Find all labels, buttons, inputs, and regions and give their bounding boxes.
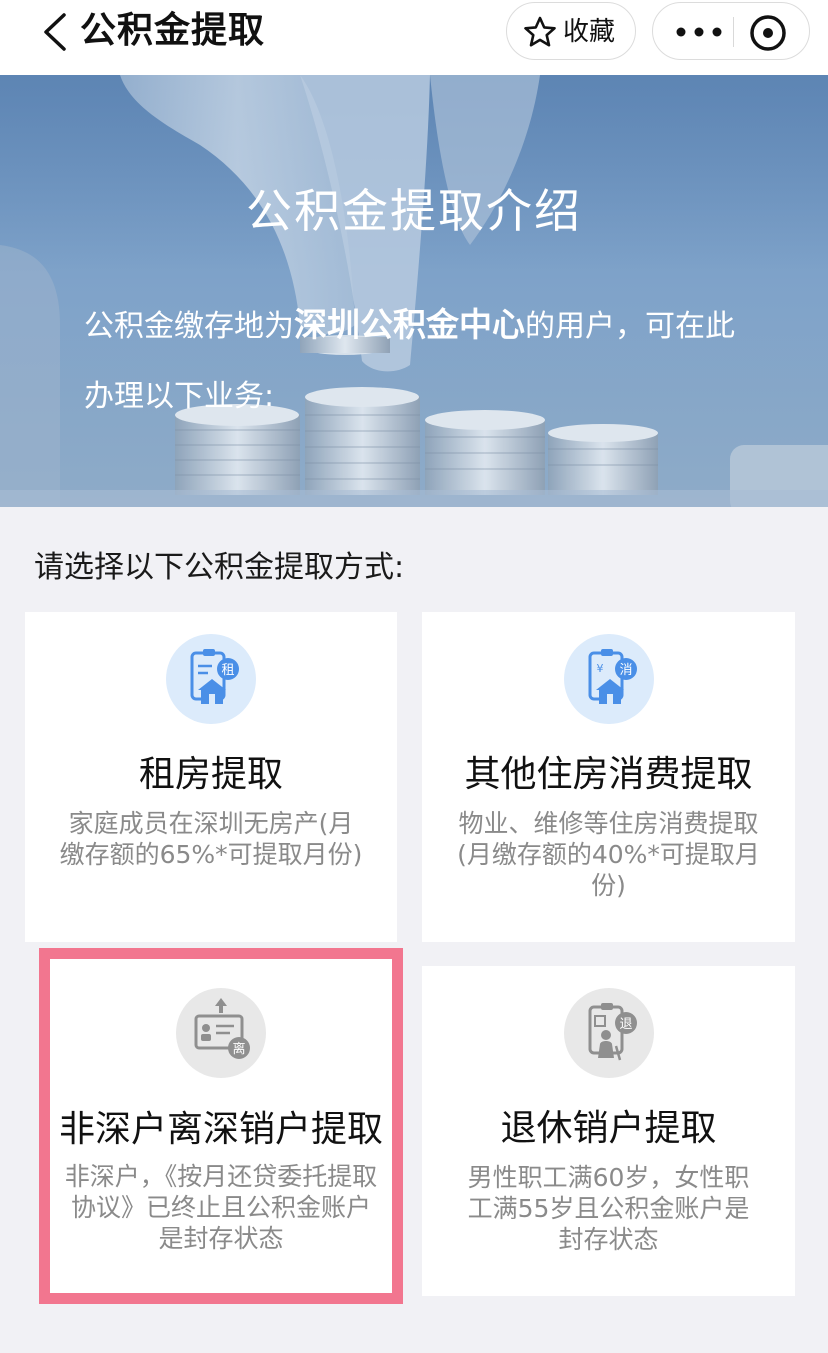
page-title: 公积金提取: [80, 10, 266, 51]
banner-text-highlight: 深圳公积金中心: [294, 305, 525, 344]
capsule-divider: [733, 17, 734, 47]
card-description: 物业、维修等住房消费提取(月缴存额的40%*可提取月份): [457, 809, 760, 900]
favorite-button[interactable]: 收藏: [506, 2, 636, 60]
mini-program-capsule: [652, 2, 810, 60]
rent-house-icon: 租: [166, 634, 256, 724]
favorite-label: 收藏: [563, 17, 616, 47]
back-chevron-icon[interactable]: [38, 12, 72, 52]
card-title: 退休销户提取: [500, 1108, 717, 1149]
leave-icon-badge: 离: [232, 1041, 245, 1057]
card-description: 家庭成员在深圳无房产(月缴存额的65%*可提取月份): [59, 809, 363, 869]
retirement-withdrawal-card[interactable]: 退 退休销户提取 男性职工满60岁，女性职工满55岁且公积金账户是封存状态: [422, 966, 795, 1296]
top-nav-bar: 公积金提取 收藏: [0, 0, 828, 75]
card-title: 其他住房消费提取: [464, 754, 753, 795]
banner-description: 公积金缴存地为深圳公积金中心的用户，可在此办理以下业务:: [84, 290, 764, 432]
other-housing-withdrawal-card[interactable]: ¥ 消 其他住房消费提取 物业、维修等住房消费提取(月缴存额的40%*可提取月份…: [422, 612, 795, 942]
intro-banner: 公积金提取介绍 公积金缴存地为深圳公积金中心的用户，可在此办理以下业务:: [0, 75, 828, 507]
retire-icon-badge: 退: [619, 1017, 632, 1032]
non-shenzhen-leave-withdrawal-card[interactable]: 离 非深户离深销户提取 非深户，《按月还贷委托提取协议》已终止且公积金账户是封存…: [39, 948, 403, 1304]
more-options-icon[interactable]: [669, 3, 731, 61]
svg-text:¥: ¥: [596, 662, 603, 675]
card-description: 男性职工满60岁，女性职工满55岁且公积金账户是封存状态: [467, 1163, 750, 1254]
close-icon[interactable]: [747, 12, 789, 54]
section-label: 请选择以下公积金提取方式:: [34, 550, 405, 585]
rent-withdrawal-card[interactable]: 租 租房提取 家庭成员在深圳无房产(月缴存额的65%*可提取月份): [25, 612, 397, 942]
banner-title: 公积金提取介绍: [246, 184, 582, 238]
card-title: 租房提取: [138, 754, 283, 795]
housing-consumption-icon: ¥ 消: [563, 634, 654, 724]
account-leave-icon: 离: [176, 988, 266, 1078]
rent-icon-badge: 租: [221, 663, 234, 678]
star-icon: [524, 16, 556, 47]
card-description: 非深户，《按月还贷委托提取协议》已终止且公积金账户是封存状态: [64, 1162, 378, 1253]
card-title: 非深户离深销户提取: [58, 1109, 383, 1150]
retirement-icon: 退: [563, 988, 654, 1078]
banner-text-before: 公积金缴存地为: [84, 309, 294, 344]
consumption-icon-badge: 消: [619, 663, 632, 678]
